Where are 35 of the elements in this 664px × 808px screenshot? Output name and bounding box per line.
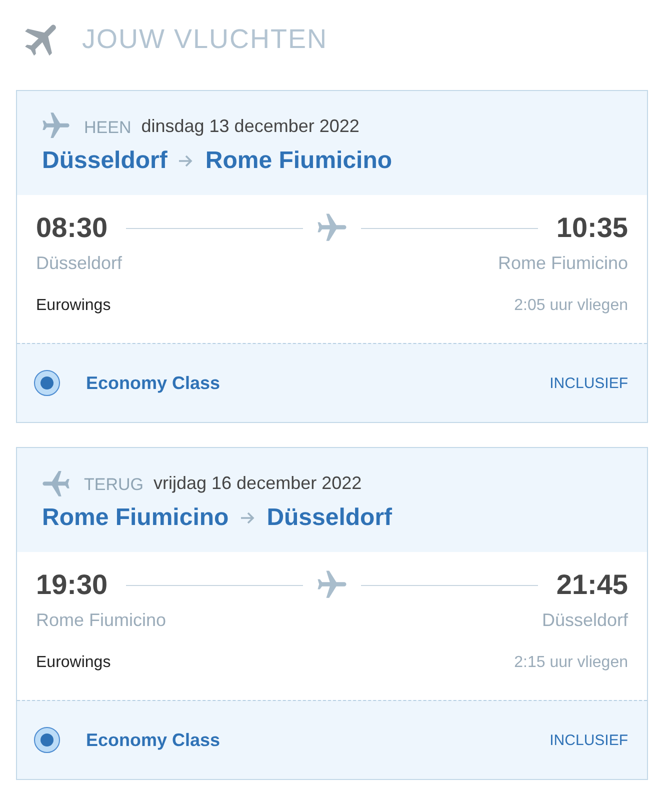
- radio-button[interactable]: [34, 370, 60, 396]
- departure-city: Rome Fiumicino: [36, 609, 166, 632]
- plane-icon: [317, 213, 347, 243]
- direction-label: TERUG: [84, 475, 144, 495]
- departure-time: 19:30: [36, 569, 108, 601]
- flight-date: dinsdag 13 december 2022: [141, 116, 360, 136]
- fare-option[interactable]: Economy Class INCLUSIEF: [17, 343, 647, 422]
- destination-city: Düsseldorf: [266, 504, 392, 532]
- flight-date: vrijdag 16 december 2022: [154, 472, 362, 494]
- section-title: JOUW VLUCHTEN: [82, 23, 328, 56]
- flight-duration: 2:15 uur vliegen: [514, 653, 628, 673]
- fare-name: Economy Class: [86, 372, 220, 394]
- plane-icon: [317, 570, 347, 600]
- fare-option[interactable]: Economy Class INCLUSIEF: [17, 700, 647, 779]
- arrival-time: 10:35: [556, 212, 628, 244]
- arrival-city: Düsseldorf: [542, 609, 628, 632]
- radio-button[interactable]: [34, 727, 60, 753]
- flight-duration: 2:05 uur vliegen: [514, 296, 628, 316]
- arrival-time: 21:45: [556, 569, 628, 601]
- direction-label: HEEN: [84, 118, 132, 138]
- fare-name: Economy Class: [86, 730, 220, 750]
- fare-price: INCLUSIEF: [550, 374, 628, 392]
- arrow-icon: [240, 512, 255, 524]
- plane-icon: [42, 469, 70, 497]
- fare-price: INCLUSIEF: [550, 732, 628, 748]
- airline-name: Eurowings: [36, 296, 111, 316]
- plane-icon: [42, 112, 70, 140]
- origin-city: Rome Fiumicino: [42, 504, 229, 532]
- departure-time: 08:30: [36, 212, 108, 244]
- arrow-icon: [179, 155, 194, 167]
- airline-name: Eurowings: [36, 653, 111, 673]
- departure-city: Düsseldorf: [36, 252, 122, 275]
- arrival-city: Rome Fiumicino: [498, 252, 628, 275]
- origin-city: Düsseldorf: [42, 147, 168, 175]
- destination-city: Rome Fiumicino: [205, 147, 392, 175]
